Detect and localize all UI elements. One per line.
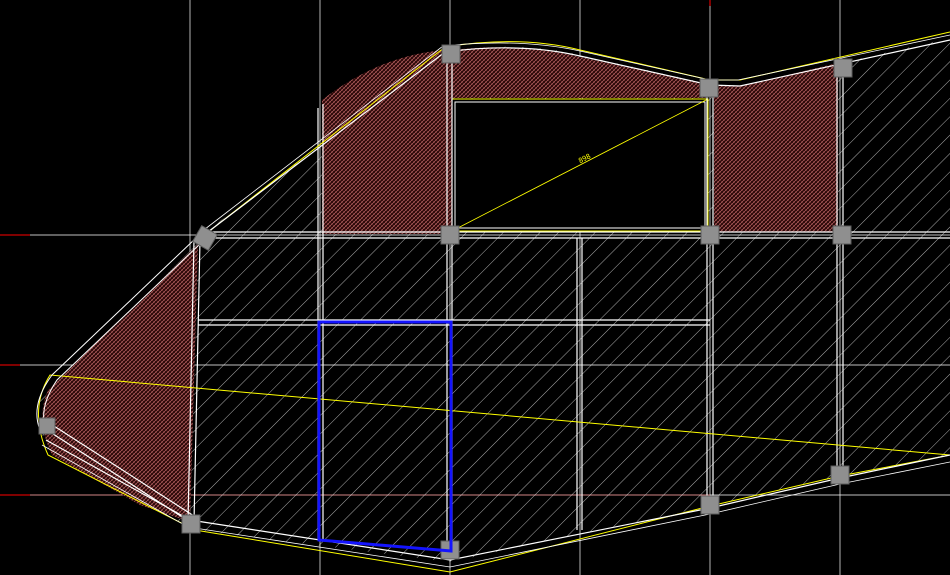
column xyxy=(700,495,720,515)
column xyxy=(700,225,720,245)
column xyxy=(699,78,719,98)
column xyxy=(833,58,853,78)
column xyxy=(830,465,850,485)
column xyxy=(181,514,201,534)
column xyxy=(440,225,460,245)
dense-hatch-top-left xyxy=(322,50,452,234)
dense-hatch-left xyxy=(42,244,198,522)
dense-hatch-top-right xyxy=(714,63,838,232)
column xyxy=(832,225,852,245)
column xyxy=(38,417,56,435)
cad-drawing-viewport[interactable]: 898 xyxy=(0,0,950,575)
slab-opening: 898 xyxy=(451,98,709,232)
column xyxy=(441,44,461,64)
